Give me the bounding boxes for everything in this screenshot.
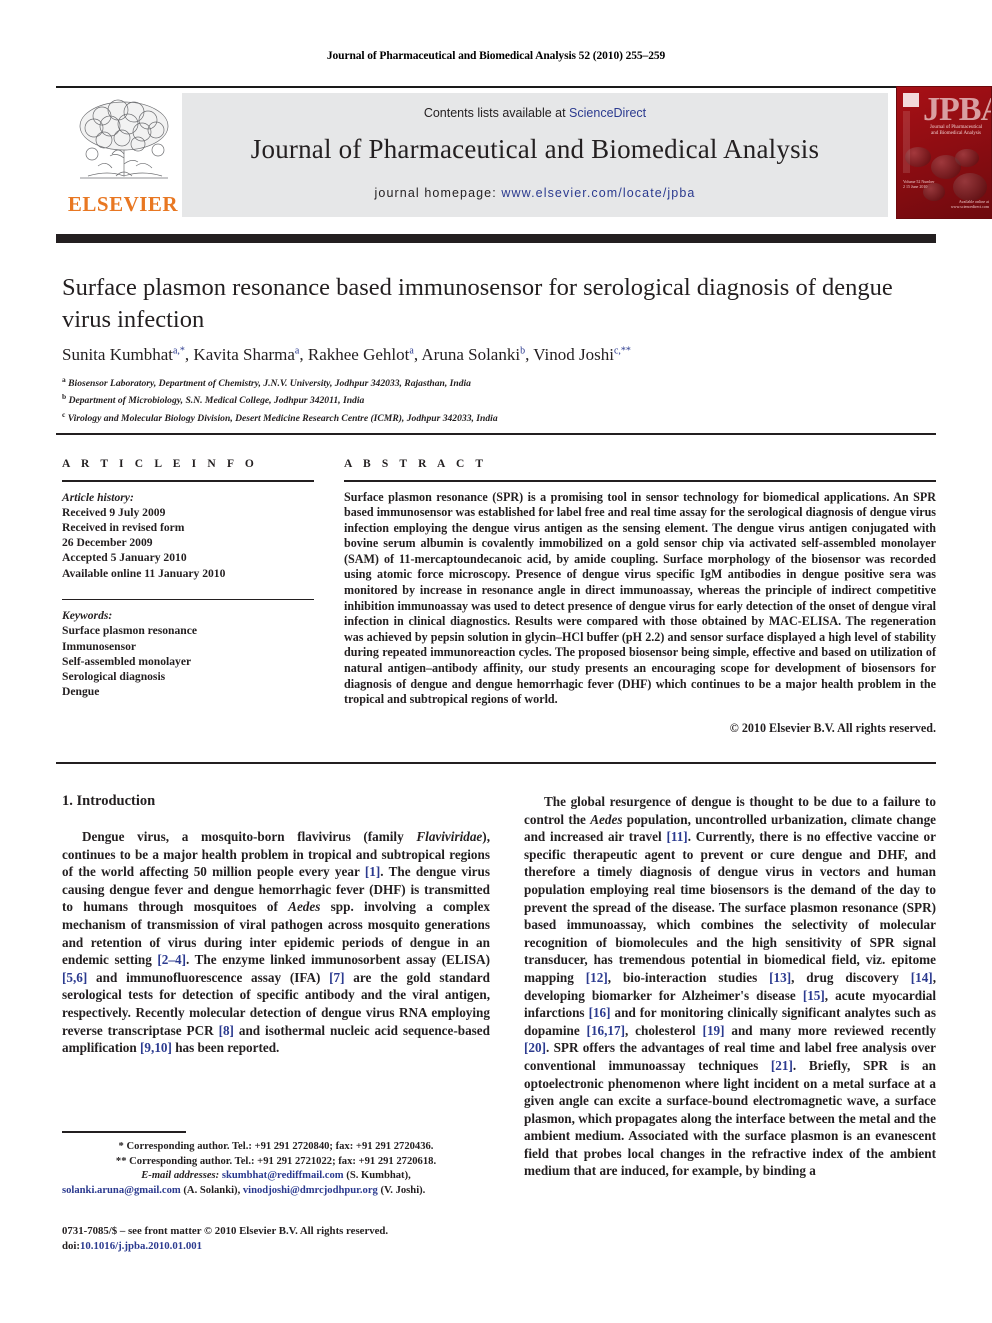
journal-masthead: ELSEVIER Contents lists available at Sci… <box>56 86 992 220</box>
keyword-item: Surface plasmon resonance <box>62 624 198 638</box>
affiliation-item: b Department of Microbiology, S.N. Medic… <box>62 392 365 407</box>
page-title: Surface plasmon resonance based immunose… <box>62 274 893 333</box>
abstract-text: Surface plasmon resonance (SPR) is a pro… <box>344 489 936 707</box>
article-info-column: A R T I C L E I N F O Article history: R… <box>62 458 314 699</box>
email-addresses-line-2: solanki.aruna@gmail.com (A. Solanki), vi… <box>62 1184 490 1199</box>
footnote-rule <box>62 1131 186 1133</box>
history-item: Received in revised form <box>62 520 185 534</box>
keyword-item: Serological diagnosis <box>62 670 166 684</box>
sciencedirect-link[interactable]: ScienceDirect <box>569 106 646 120</box>
article-history-label: Article history: <box>62 490 134 504</box>
masthead-bottom-bar <box>56 234 936 243</box>
affiliation-list: a Biosensor Laboratory, Department of Ch… <box>62 373 932 425</box>
elsevier-logo: ELSEVIER <box>62 96 184 218</box>
elsevier-tree-icon <box>79 99 169 179</box>
abstract-bottom-rule <box>56 762 936 764</box>
keywords-block: Keywords: Surface plasmon resonance Immu… <box>62 608 314 699</box>
body-paragraph: The global resurgence of dengue is thoug… <box>524 794 937 1179</box>
cover-acronym: JPBA <box>923 91 991 128</box>
running-head: Journal of Pharmaceutical and Biomedical… <box>326 50 666 62</box>
doi-label: doi: <box>62 1239 80 1252</box>
journal-cover-thumbnail: JPBA Journal of Pharmaceutical and Biome… <box>896 86 992 219</box>
doi-link[interactable]: 10.1016/j.jpba.2010.01.001 <box>80 1240 202 1252</box>
keyword-item: Self-assembled monolayer <box>62 654 192 668</box>
email-owner: (S. Kumbhat), <box>346 1170 411 1182</box>
cover-publisher-badge <box>903 93 919 107</box>
contents-label: Contents lists available at <box>423 106 570 120</box>
article-page: Journal of Pharmaceutical and Biomedical… <box>0 0 992 1323</box>
sciencedirect-banner: Contents lists available at ScienceDirec… <box>182 93 888 217</box>
footnote-block: * Corresponding author. Tel.: +91 291 27… <box>62 1140 490 1198</box>
journal-title: Journal of Pharmaceutical and Biomedical… <box>250 134 820 164</box>
history-item: Accepted 5 January 2010 <box>62 551 187 565</box>
abstract-copyright: © 2010 Elsevier B.V. All rights reserved… <box>729 720 936 735</box>
doi-line: doi:10.1016/j.jpba.2010.01.001 <box>62 1239 522 1254</box>
email-link[interactable]: solanki.aruna@gmail.com <box>62 1185 181 1196</box>
cover-blob <box>955 149 979 167</box>
corresponding-author-note: * Corresponding author. Tel.: +91 291 27… <box>118 1141 434 1152</box>
keyword-item: Dengue <box>62 685 100 699</box>
abstract-rule <box>344 480 936 482</box>
email-addresses-line: E-mail addresses: skumbhat@rediffmail.co… <box>62 1169 490 1184</box>
masthead-top-rule <box>56 86 936 88</box>
keywords-label: Keywords: <box>62 609 113 623</box>
journal-homepage-line: journal homepage: www.elsevier.com/locat… <box>182 186 888 200</box>
keyword-item: Immunosensor <box>62 639 137 653</box>
abstract-heading: A B S T R A C T <box>344 458 488 470</box>
body-column-right: The global resurgence of dengue is thoug… <box>524 793 936 1180</box>
elsevier-wordmark: ELSEVIER <box>67 192 179 216</box>
contents-available-line: Contents lists available at ScienceDirec… <box>182 106 888 120</box>
keywords-rule <box>62 598 314 601</box>
info-section-top-rule <box>56 433 936 435</box>
body-paragraph: Dengue virus, a mosquito-born flavivirus… <box>62 829 490 1056</box>
cover-footer-right: Available online at www.sciencedirect.co… <box>950 199 989 209</box>
email-link[interactable]: skumbhat@rediffmail.com <box>222 1170 344 1181</box>
corresponding-author-note: ** Corresponding author. Tel.: +91 291 2… <box>115 1155 437 1167</box>
section-heading-introduction: 1. Introduction <box>62 793 156 809</box>
homepage-label: journal homepage: <box>374 186 502 200</box>
cover-blob <box>905 147 931 167</box>
history-item: 26 December 2009 <box>62 536 153 550</box>
email-addresses-label: E-mail addresses: <box>141 1170 220 1182</box>
article-info-heading: A R T I C L E I N F O <box>62 458 258 470</box>
article-info-rule <box>62 480 314 482</box>
cover-subtitle: Journal of Pharmaceutical and Biomedical… <box>929 125 983 136</box>
affiliation-item: a Biosensor Laboratory, Department of Ch… <box>62 375 471 390</box>
body-column-left: 1. Introduction Dengue virus, a mosquito… <box>62 793 490 1057</box>
author-list: Sunita Kumbhata,*, Kavita Sharmaa, Rakhe… <box>62 345 631 364</box>
email-owner: (V. Joshi). <box>380 1184 426 1196</box>
email-owner: (A. Solanki), <box>183 1184 241 1196</box>
affiliation-item: c Virology and Molecular Biology Divisio… <box>62 409 498 424</box>
article-history-block: Article history: Received 9 July 2009 Re… <box>62 490 314 581</box>
imprint-block: 0731-7085/$ – see front matter © 2010 El… <box>62 1224 522 1253</box>
history-item: Available online 11 January 2010 <box>62 566 226 580</box>
cover-blob <box>953 173 987 201</box>
email-link[interactable]: vinodjoshi@dmrcjodhpur.org <box>243 1185 378 1196</box>
history-item: Received 9 July 2009 <box>62 505 166 519</box>
front-matter-line: 0731-7085/$ – see front matter © 2010 El… <box>62 1225 389 1237</box>
journal-homepage-link[interactable]: www.elsevier.com/locate/jpba <box>501 186 695 200</box>
abstract-column: A B S T R A C T Surface plasmon resonanc… <box>344 458 936 736</box>
cover-footer-left: Volume 52 Number 2 15 June 2010 <box>903 179 935 189</box>
